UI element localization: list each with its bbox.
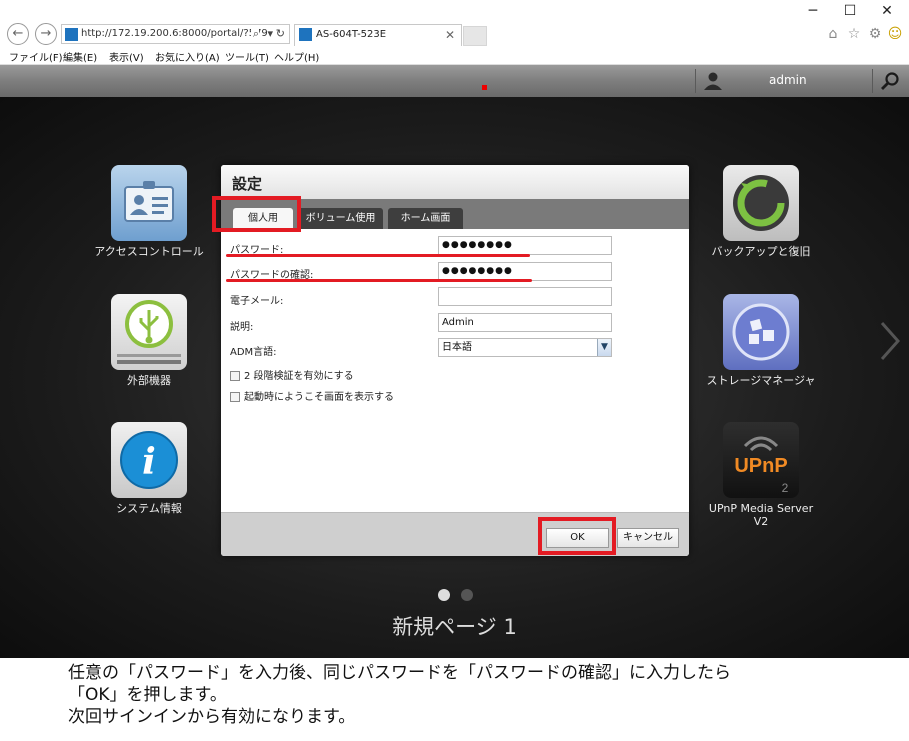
app-access-control[interactable]: アクセスコントロール <box>89 165 209 258</box>
search-icon[interactable]: ⌕ <box>250 25 259 43</box>
two-step-checkbox[interactable] <box>230 371 240 381</box>
menu-favorites[interactable]: お気に入り(A) <box>155 49 220 64</box>
smiley-icon[interactable]: ☺ <box>886 24 904 44</box>
favicon-icon <box>65 27 78 41</box>
welcome-checkbox-row[interactable]: 起動時にようこそ画面を表示する <box>230 388 394 403</box>
password-field[interactable]: ●●●●●●●● <box>438 236 612 255</box>
browser-nav-bar: ← → http://172.19.200.6:8000/portal/?579… <box>0 22 909 47</box>
app-backup-restore[interactable]: バックアップと復旧 <box>701 165 821 258</box>
email-field[interactable] <box>438 287 612 306</box>
page-title: 新規ページ 1 <box>392 615 517 639</box>
dialog-header: 設定 <box>221 165 689 199</box>
description-label: 説明: <box>230 322 254 333</box>
app-label: UPnP Media Server V2 <box>708 502 814 528</box>
home-icon[interactable]: ⌂ <box>824 24 842 44</box>
caption-line-2: 「OK」を押します。 <box>68 685 227 705</box>
tab-title: AS-604T-523E <box>316 29 387 40</box>
app-label: ストレージマネージャ <box>706 374 816 387</box>
menu-help[interactable]: ヘルプ(H) <box>274 49 319 64</box>
page-dot-active[interactable] <box>438 589 450 601</box>
id-card-icon <box>111 165 187 241</box>
maximize-icon[interactable]: ☐ <box>840 2 860 20</box>
instruction-caption: 任意の「パスワード」を入力後、同じパスワードを「パスワードの確認」に入力したら … <box>68 662 731 728</box>
annotation-underline-password <box>226 254 530 257</box>
app-label: 外部機器 <box>127 374 171 387</box>
info-icon: i <box>111 422 187 498</box>
language-value: 日本語 <box>442 342 472 353</box>
caption-line-1: 任意の「パスワード」を入力後、同じパスワードを「パスワードの確認」に入力したら <box>68 663 731 683</box>
upnp-tile-text: UPnP <box>734 455 787 477</box>
welcome-checkbox[interactable] <box>230 392 240 402</box>
new-tab-button[interactable] <box>463 26 487 46</box>
tab-favicon-icon <box>299 27 312 41</box>
annotation-box-ok-button <box>538 517 616 555</box>
tab-volume-usage[interactable]: ボリューム使用 <box>298 208 383 229</box>
forward-icon[interactable]: → <box>35 23 57 45</box>
backup-icon <box>723 165 799 241</box>
app-system-info[interactable]: i システム情報 <box>89 422 209 515</box>
address-text: http://172.19.200.6:8000/portal/?579 <box>81 28 268 39</box>
window-titlebar: ─ ☐ ✕ <box>0 0 909 22</box>
dropdown-icon[interactable]: ▾ <box>267 25 273 43</box>
menu-tools[interactable]: ツール(T) <box>225 49 269 64</box>
language-label: ADM言語: <box>230 347 277 358</box>
search-icon[interactable] <box>880 71 900 91</box>
chevron-down-icon[interactable]: ▼ <box>597 339 611 356</box>
description-field[interactable]: Admin <box>438 313 612 332</box>
minimize-icon[interactable]: ─ <box>803 2 823 20</box>
close-window-icon[interactable]: ✕ <box>877 2 897 20</box>
divider <box>695 69 696 93</box>
app-label: システム情報 <box>116 502 182 515</box>
usb-icon <box>111 294 187 370</box>
caption-line-3: 次回サインインから有効になります。 <box>68 707 356 727</box>
chevron-right-icon[interactable] <box>874 319 904 363</box>
menu-edit[interactable]: 編集(E) <box>63 49 97 64</box>
upnp-tile-sub: 2 <box>782 481 789 495</box>
username-label[interactable]: admin <box>769 73 807 87</box>
browser-tab[interactable]: AS-604T-523E ✕ <box>294 24 462 46</box>
tab-home-screen[interactable]: ホーム画面 <box>388 208 463 229</box>
two-step-checkbox-row[interactable]: 2 段階検証を有効にする <box>230 367 354 382</box>
email-label: 電子メール: <box>230 296 284 307</box>
annotation-box-personal-tab <box>212 196 301 232</box>
cancel-button[interactable]: キャンセル <box>617 528 679 548</box>
screenshot-root: ─ ☐ ✕ ← → http://172.19.200.6:8000/porta… <box>0 0 909 741</box>
app-upnp-media-server[interactable]: UPnP 2 UPnP Media Server V2 <box>701 422 821 528</box>
adm-top-bar: admin <box>0 65 909 97</box>
gear-icon[interactable]: ⚙ <box>866 24 884 44</box>
app-external-devices[interactable]: 外部機器 <box>89 294 209 387</box>
user-icon[interactable] <box>703 71 723 91</box>
dialog-footer: OK キャンセル <box>221 512 689 556</box>
storage-icon <box>723 294 799 370</box>
welcome-label: 起動時にようこそ画面を表示する <box>244 392 394 403</box>
app-label: バックアップと復旧 <box>711 245 811 258</box>
upnp-icon: UPnP 2 <box>723 422 799 498</box>
menu-bar: ファイル(F) 編集(E) 表示(V) お気に入り(A) ツール(T) ヘルプ(… <box>0 47 909 65</box>
address-bar[interactable]: http://172.19.200.6:8000/portal/?579 ⌕ ▾… <box>61 24 290 44</box>
page-dot[interactable] <box>461 589 473 601</box>
svg-text:i: i <box>142 441 156 483</box>
two-step-label: 2 段階検証を有効にする <box>244 371 354 382</box>
star-icon[interactable]: ☆ <box>845 24 863 44</box>
back-icon[interactable]: ← <box>7 23 29 45</box>
notification-dot <box>482 85 487 90</box>
menu-view[interactable]: 表示(V) <box>109 49 144 64</box>
app-label: アクセスコントロール <box>94 245 204 258</box>
language-select[interactable]: 日本語 ▼ <box>438 338 612 357</box>
refresh-icon[interactable]: ↻ <box>276 25 285 43</box>
annotation-underline-confirm <box>226 279 532 282</box>
dialog-title: 設定 <box>232 175 263 193</box>
divider <box>872 69 873 93</box>
menu-file[interactable]: ファイル(F) <box>9 49 63 64</box>
app-storage-manager[interactable]: ストレージマネージャ <box>701 294 821 387</box>
close-icon[interactable]: ✕ <box>445 25 455 45</box>
